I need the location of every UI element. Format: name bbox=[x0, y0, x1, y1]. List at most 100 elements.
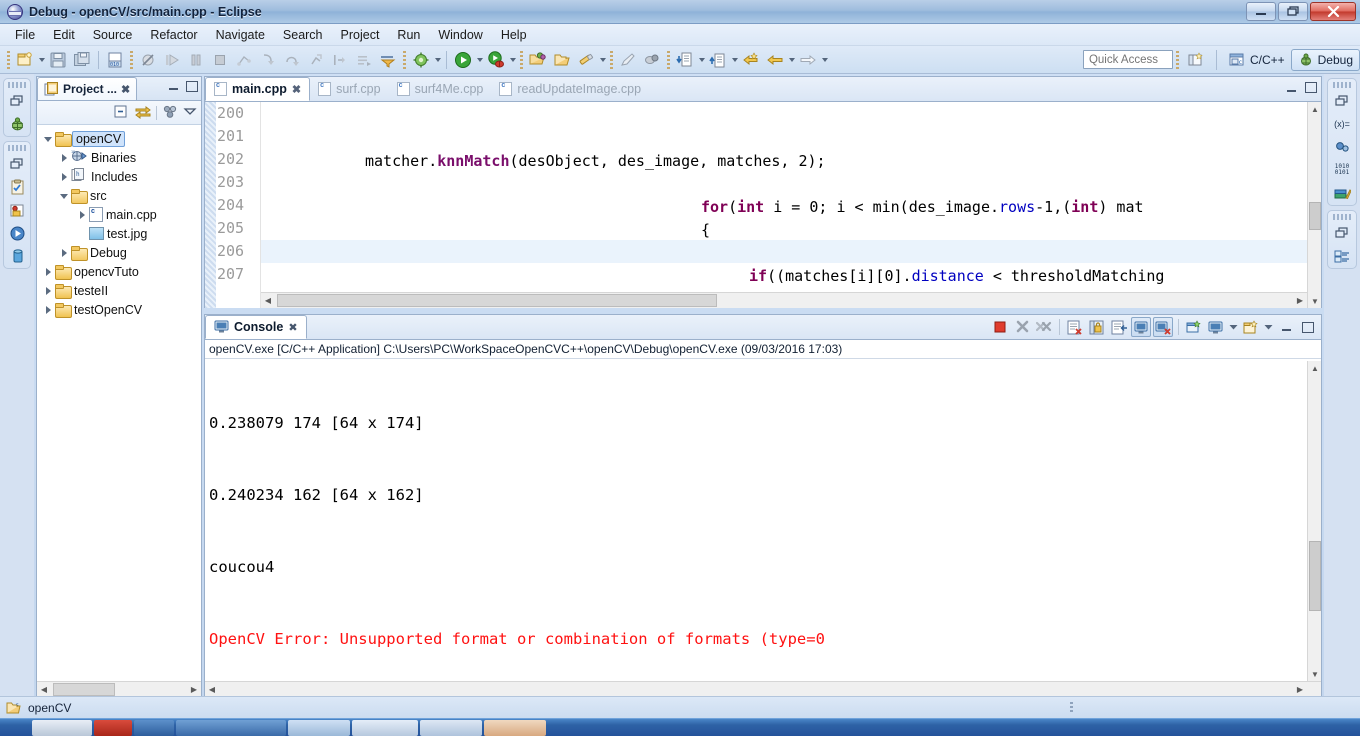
drop-to-frame-icon[interactable] bbox=[353, 49, 375, 71]
fastview-grip-r2[interactable] bbox=[1333, 214, 1351, 220]
console-hscrollbar[interactable]: ◀ ▶ bbox=[205, 681, 1321, 697]
editor-hscrollbar[interactable]: ◀ ▶ bbox=[261, 292, 1307, 308]
taskbar-item-2[interactable] bbox=[94, 719, 132, 736]
pencil-icon[interactable] bbox=[617, 49, 639, 71]
toolbar-grip-run[interactable] bbox=[403, 50, 406, 69]
scroll-right-icon[interactable]: ▶ bbox=[187, 682, 201, 697]
tree-item-test-jpg[interactable]: test.jpg bbox=[37, 224, 201, 243]
editor-tab-surf4me-cpp[interactable]: surf4Me.cpp bbox=[389, 77, 492, 101]
debug-view-icon[interactable] bbox=[6, 223, 28, 243]
restore-icon[interactable] bbox=[6, 91, 28, 111]
taskbar-item-4[interactable] bbox=[176, 719, 286, 736]
suspend-icon[interactable] bbox=[185, 49, 207, 71]
tree-item-testeii[interactable]: testeII bbox=[37, 281, 201, 300]
previous-annotation-dropdown-icon[interactable] bbox=[730, 51, 739, 69]
run-dropdown-icon[interactable] bbox=[475, 51, 484, 69]
debug-perspective-icon[interactable] bbox=[6, 114, 28, 134]
scroll-up-icon[interactable]: ▲ bbox=[1308, 102, 1321, 116]
search-dropdown-icon[interactable] bbox=[598, 51, 607, 69]
console-scroll-right-icon[interactable]: ▶ bbox=[1293, 682, 1307, 697]
taskbar-item-8[interactable] bbox=[484, 719, 546, 736]
open-perspective-icon[interactable] bbox=[1185, 49, 1207, 71]
console-vscrollbar[interactable]: ▲ ▼ bbox=[1307, 361, 1321, 681]
terminate-icon[interactable] bbox=[209, 49, 231, 71]
fastview-grip-2[interactable] bbox=[8, 145, 26, 151]
menu-navigate[interactable]: Navigate bbox=[207, 26, 274, 44]
toolbar-grip-debug[interactable] bbox=[130, 50, 133, 69]
fastview-grip-r1[interactable] bbox=[1333, 82, 1351, 88]
twisty-expanded-icon-2[interactable] bbox=[57, 192, 71, 199]
quick-access-input[interactable] bbox=[1082, 50, 1173, 69]
code-text[interactable]: matcher.knnMatch(desObject, des_image, m… bbox=[261, 102, 1321, 308]
menu-search[interactable]: Search bbox=[274, 26, 332, 44]
twisty-collapsed-icon-4[interactable] bbox=[57, 249, 71, 257]
toolbar-grip-nav[interactable] bbox=[520, 50, 523, 69]
disconnect-icon[interactable] bbox=[233, 49, 255, 71]
new-console-dropdown-icon[interactable] bbox=[1263, 317, 1274, 337]
registers-view-icon[interactable]: 1010 0101 bbox=[1331, 160, 1353, 180]
editor-tab-readupdateimage-cpp[interactable]: readUpdateImage.cpp bbox=[491, 77, 649, 101]
new-wizard-icon[interactable] bbox=[14, 49, 36, 71]
editor-vscroll-thumb[interactable] bbox=[1309, 202, 1321, 230]
menu-help[interactable]: Help bbox=[492, 26, 536, 44]
taskbar-item-5[interactable] bbox=[288, 719, 350, 736]
build-icon[interactable]: 010 bbox=[104, 49, 126, 71]
display-selected-dropdown-icon[interactable] bbox=[1228, 317, 1239, 337]
breakpoints-view-icon-r[interactable] bbox=[1331, 137, 1353, 157]
open-type-icon[interactable] bbox=[527, 49, 549, 71]
search-icon[interactable] bbox=[575, 49, 597, 71]
collapse-all-icon[interactable] bbox=[113, 104, 130, 122]
restore-icon-r2[interactable] bbox=[1331, 223, 1353, 243]
tree-item-main-cpp[interactable]: main.cpp bbox=[37, 205, 201, 224]
taskbar-item-1[interactable] bbox=[32, 719, 92, 736]
debug-dropdown-icon[interactable] bbox=[508, 51, 517, 69]
twisty-collapsed-icon-3[interactable] bbox=[75, 211, 89, 219]
minimize-button[interactable] bbox=[1246, 2, 1276, 21]
console-scroll-left-icon[interactable]: ◀ bbox=[205, 682, 219, 697]
word-wrap-icon[interactable] bbox=[1109, 317, 1129, 337]
step-into-icon[interactable] bbox=[257, 49, 279, 71]
previous-annotation-icon[interactable] bbox=[707, 49, 729, 71]
back-dropdown-icon[interactable] bbox=[787, 51, 796, 69]
terminate-icon-console[interactable] bbox=[990, 317, 1010, 337]
toggle-mark-occurrences-icon[interactable] bbox=[641, 49, 663, 71]
new-wizard-dropdown-icon[interactable] bbox=[37, 51, 46, 69]
twisty-collapsed-icon[interactable] bbox=[57, 154, 71, 162]
minimize-icon[interactable] bbox=[167, 80, 180, 93]
outline-view-icon[interactable] bbox=[1331, 246, 1353, 266]
tab-project-explorer[interactable]: Project ... ✖ bbox=[37, 77, 138, 100]
next-annotation-icon[interactable] bbox=[674, 49, 696, 71]
next-annotation-dropdown-icon[interactable] bbox=[697, 51, 706, 69]
taskbar-item-6[interactable] bbox=[352, 719, 418, 736]
twisty-collapsed-icon-5[interactable] bbox=[41, 268, 55, 276]
maximize-icon[interactable] bbox=[186, 81, 198, 92]
scroll-left-icon[interactable]: ◀ bbox=[37, 682, 51, 697]
minimize-icon-console[interactable] bbox=[1276, 317, 1296, 337]
save-all-icon[interactable] bbox=[71, 49, 93, 71]
scroll-right-icon-editor[interactable]: ▶ bbox=[1293, 293, 1307, 308]
perspective-debug[interactable]: Debug bbox=[1290, 48, 1360, 71]
link-with-editor-icon[interactable] bbox=[134, 104, 152, 122]
project-explorer-hscrollbar[interactable]: ◀ ▶ bbox=[37, 681, 201, 697]
editor-hscroll-thumb[interactable] bbox=[277, 294, 717, 307]
show-console-on-output-icon[interactable] bbox=[1131, 317, 1151, 337]
menu-source[interactable]: Source bbox=[84, 26, 142, 44]
display-selected-console-icon[interactable] bbox=[1206, 317, 1226, 337]
breakpoints-view-icon[interactable] bbox=[6, 200, 28, 220]
perspective-cpp[interactable]: c C/C++ bbox=[1223, 49, 1291, 71]
tasks-view-icon[interactable] bbox=[6, 177, 28, 197]
console-scroll-down-icon[interactable]: ▼ bbox=[1308, 667, 1321, 681]
remove-launch-icon[interactable] bbox=[1012, 317, 1032, 337]
close-icon[interactable]: ✖ bbox=[121, 83, 130, 96]
toolbar-grip-annot2[interactable] bbox=[667, 50, 670, 69]
pin-console-icon[interactable] bbox=[1153, 317, 1173, 337]
taskbar-item-7[interactable] bbox=[420, 719, 482, 736]
close-button[interactable] bbox=[1310, 2, 1356, 21]
menu-edit[interactable]: Edit bbox=[44, 26, 84, 44]
forward-icon[interactable] bbox=[797, 49, 819, 71]
twisty-expanded-icon[interactable] bbox=[41, 135, 55, 142]
editor-tab-main-cpp[interactable]: main.cpp ✖ bbox=[205, 77, 311, 101]
skip-breakpoints-icon[interactable] bbox=[137, 49, 159, 71]
tree-item-src[interactable]: src bbox=[37, 186, 201, 205]
view-menu-icon[interactable] bbox=[183, 104, 197, 121]
